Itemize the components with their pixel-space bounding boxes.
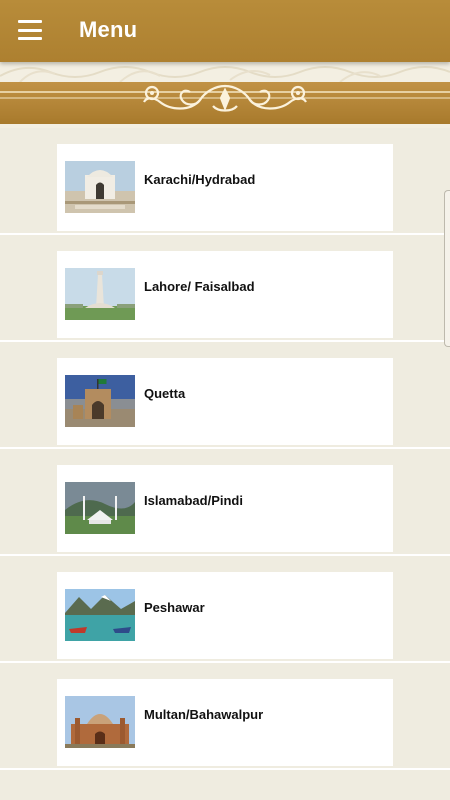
list-item: Multan/Bahawalpur (0, 663, 450, 770)
hamburger-menu-icon[interactable] (18, 20, 42, 40)
city-label: Peshawar (144, 600, 205, 615)
city-card-islamabad[interactable]: Islamabad/Pindi (57, 465, 393, 552)
mountain-lake-boats-photo (65, 589, 135, 641)
quetta-fort-gate-photo (65, 375, 135, 427)
list-item: Peshawar (0, 556, 450, 663)
city-label: Multan/Bahawalpur (144, 707, 264, 722)
minar-e-pakistan-photo (65, 268, 135, 320)
city-label: Islamabad/Pindi (144, 493, 243, 508)
city-label: Karachi/Hydrabad (144, 172, 256, 187)
ornamental-banner (0, 62, 450, 128)
ornamental-scroll-divider-icon (0, 84, 450, 112)
city-list: Karachi/Hydrabad Lahore/ Faisalbad Quett… (0, 128, 450, 770)
city-card-quetta[interactable]: Quetta (57, 358, 393, 445)
city-label: Quetta (144, 386, 186, 401)
faisal-mosque-photo (65, 482, 135, 534)
multan-shrine-photo (65, 696, 135, 748)
city-card-lahore[interactable]: Lahore/ Faisalbad (57, 251, 393, 338)
list-item: Lahore/ Faisalbad (0, 235, 450, 342)
city-label: Lahore/ Faisalbad (144, 279, 255, 294)
city-card-karachi[interactable]: Karachi/Hydrabad (57, 144, 393, 231)
page-title: Menu (79, 17, 138, 42)
mazar-e-quaid-photo (65, 161, 135, 213)
list-item: Quetta (0, 342, 450, 449)
city-card-multan[interactable]: Multan/Bahawalpur (57, 679, 393, 766)
scroll-edge-handle[interactable] (444, 190, 450, 347)
list-item: Karachi/Hydrabad (0, 128, 450, 235)
city-card-peshawar[interactable]: Peshawar (57, 572, 393, 659)
app-bar: Menu (0, 0, 450, 62)
list-item: Islamabad/Pindi (0, 449, 450, 556)
